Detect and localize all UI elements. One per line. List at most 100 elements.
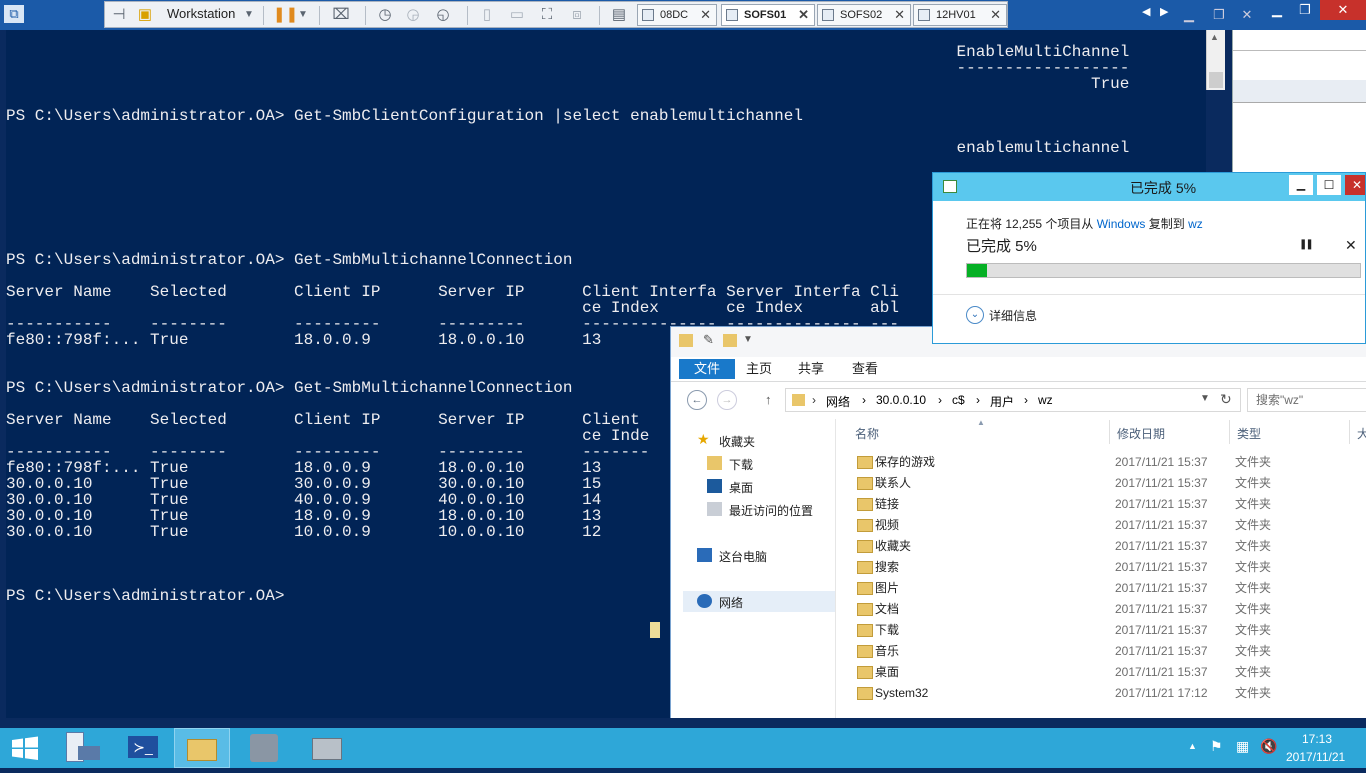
close-icon[interactable]: ✕ (894, 5, 905, 25)
clock-time[interactable]: 17:13 (1302, 732, 1332, 746)
address-bar[interactable]: › 网络 › 30.0.0.10 › c$ › 用户 › wz ▼ ↻ (785, 388, 1241, 412)
flag-icon[interactable]: ⚑ (1210, 738, 1223, 755)
vm-tab-08dc[interactable]: 08DC ✕ (637, 4, 717, 26)
file-row[interactable]: 搜索 2017/11/21 15:37 文件夹 (837, 557, 1366, 578)
vmware-logo-icon[interactable]: ⧉ (4, 5, 24, 23)
close-icon[interactable]: ✕ (990, 5, 1001, 25)
source-link[interactable]: Windows (1097, 217, 1146, 231)
tab-scroll-right-icon[interactable]: ▶ (1160, 5, 1168, 18)
host-minimize-button[interactable]: ▁ (1262, 0, 1292, 20)
breadcrumb-share[interactable]: c$ (952, 393, 965, 407)
speaker-muted-icon[interactable]: 🔇 (1260, 738, 1277, 755)
powershell-button[interactable]: ≻_ (116, 728, 172, 768)
tab-view[interactable]: 查看 (845, 359, 885, 379)
console-view-icon[interactable]: ▤ (609, 5, 629, 25)
scroll-thumb[interactable] (1209, 72, 1223, 88)
fullscreen-icon[interactable]: ⛶ (537, 5, 557, 25)
cancel-copy-button[interactable]: ✕ (1345, 237, 1357, 254)
start-button[interactable] (0, 728, 52, 768)
file-row[interactable]: 下载 2017/11/21 15:37 文件夹 (837, 620, 1366, 641)
properties-icon[interactable]: ✎ (703, 332, 714, 348)
vm-minimize-button[interactable]: ▁ (1174, 5, 1204, 25)
tab-file[interactable]: 文件 (679, 359, 735, 379)
tab-home[interactable]: 主页 (739, 359, 779, 379)
host-restore-button[interactable]: ❐ (1290, 0, 1320, 20)
dialog-maximize-button[interactable]: ☐ (1317, 175, 1341, 195)
vm-tab-12hv01[interactable]: 12HV01 ✕ (913, 4, 1007, 26)
column-divider[interactable] (1349, 420, 1350, 444)
nav-recent[interactable]: 最近访问的位置 (707, 502, 813, 519)
file-row[interactable]: 保存的游戏 2017/11/21 15:37 文件夹 (837, 452, 1366, 473)
pause-icon[interactable]: ❚❚ (273, 5, 298, 25)
file-row[interactable]: 联系人 2017/11/21 15:37 文件夹 (837, 473, 1366, 494)
revert-snapshot-icon[interactable]: ◶ (403, 5, 423, 25)
snapshot-icon[interactable]: ◷ (375, 5, 395, 25)
nav-this-pc[interactable]: 这台电脑 (697, 548, 767, 565)
file-row[interactable]: 链接 2017/11/21 15:37 文件夹 (837, 494, 1366, 515)
nav-desktop[interactable]: 桌面 (707, 479, 753, 496)
unity-icon[interactable]: ⧈ (567, 5, 587, 25)
forward-icon[interactable]: → (717, 390, 737, 410)
more-details-button[interactable]: 详细信息 (989, 307, 1037, 324)
server-manager-button[interactable] (56, 728, 112, 768)
column-divider[interactable] (1109, 420, 1110, 444)
breadcrumb-wz[interactable]: wz (1038, 393, 1053, 407)
workstation-dropdown-icon[interactable]: ▼ (239, 5, 259, 25)
vm-tab-sofs02[interactable]: SOFS02 ✕ (817, 4, 911, 26)
file-explorer-button[interactable] (174, 728, 230, 768)
close-icon[interactable]: ✕ (700, 5, 711, 25)
search-input[interactable]: 搜索"wz" (1247, 388, 1366, 412)
tab-scroll-left-icon[interactable]: ◀ (1142, 5, 1150, 18)
column-name-header[interactable]: 名称 (855, 425, 879, 442)
console-scrollbar[interactable]: ▲ (1206, 30, 1225, 90)
file-row[interactable]: 文档 2017/11/21 15:37 文件夹 (837, 599, 1366, 620)
workstation-icon[interactable]: ▣ (135, 5, 155, 25)
back-icon[interactable]: ← (687, 390, 707, 410)
column-divider[interactable] (1229, 420, 1230, 444)
file-row[interactable]: 图片 2017/11/21 15:37 文件夹 (837, 578, 1366, 599)
column-type-header[interactable]: 类型 (1237, 425, 1261, 442)
file-row[interactable]: System32 2017/11/21 17:12 文件夹 (837, 683, 1366, 704)
tab-share[interactable]: 共享 (791, 359, 831, 379)
refresh-icon[interactable]: ↻ (1220, 391, 1232, 408)
breadcrumb-host[interactable]: 30.0.0.10 (876, 393, 926, 407)
new-folder-icon[interactable] (723, 334, 737, 347)
vm-close-button[interactable]: ✕ (1232, 5, 1262, 25)
workstation-menu[interactable]: Workstation (167, 6, 235, 21)
vm-tab-sofs01[interactable]: SOFS01 ✕ (721, 4, 815, 26)
dialog-close-button[interactable]: ✕ (1345, 175, 1365, 195)
vm-restore-button[interactable]: ❐ (1204, 5, 1234, 25)
nav-favorites[interactable]: ★ 收藏夹 (697, 431, 755, 450)
close-icon[interactable]: ✕ (798, 5, 809, 25)
file-row[interactable]: 桌面 2017/11/21 15:37 文件夹 (837, 662, 1366, 683)
dialog-minimize-button[interactable]: ▁ (1289, 175, 1313, 195)
file-row[interactable]: 视频 2017/11/21 15:37 文件夹 (837, 515, 1366, 536)
system-tool-button[interactable] (236, 728, 292, 768)
storage-tool-button[interactable] (298, 728, 354, 768)
power-dropdown-icon[interactable]: ▼ (293, 5, 313, 25)
show-hidden-icons-button[interactable]: ▲ (1188, 741, 1197, 751)
thumbnail-bar-icon[interactable]: ▭ (507, 5, 527, 25)
pin-icon[interactable]: ⊣ (109, 5, 129, 25)
qat-dropdown-icon[interactable]: ▼ (743, 334, 753, 345)
up-icon[interactable]: ↑ (765, 392, 772, 407)
column-date-header[interactable]: 修改日期 (1117, 425, 1165, 442)
pause-button[interactable]: ❚❚ (1299, 239, 1314, 250)
clock-date[interactable]: 2017/11/21 (1286, 750, 1345, 764)
destination-link[interactable]: wz (1188, 217, 1203, 231)
show-library-icon[interactable]: ▯ (477, 5, 497, 25)
network-tray-icon[interactable]: ▦ (1236, 738, 1249, 755)
file-row[interactable]: 音乐 2017/11/21 15:37 文件夹 (837, 641, 1366, 662)
scroll-up-icon[interactable]: ▲ (1210, 32, 1219, 42)
chevron-down-icon[interactable]: ⌄ (966, 306, 984, 324)
snapshot-manager-icon[interactable]: ◵ (433, 5, 453, 25)
address-dropdown-icon[interactable]: ▼ (1200, 393, 1210, 404)
column-size-header[interactable]: 大 (1357, 425, 1366, 442)
nav-downloads[interactable]: 下载 (707, 456, 753, 473)
host-close-button[interactable]: ✕ (1320, 0, 1366, 20)
send-keys-icon[interactable]: ⌧ (331, 5, 351, 25)
breadcrumb-users[interactable]: 用户 (990, 393, 1014, 410)
nav-network[interactable]: 网络 (697, 594, 743, 611)
file-row[interactable]: 收藏夹 2017/11/21 15:37 文件夹 (837, 536, 1366, 557)
breadcrumb-network[interactable]: 网络 (826, 393, 850, 410)
